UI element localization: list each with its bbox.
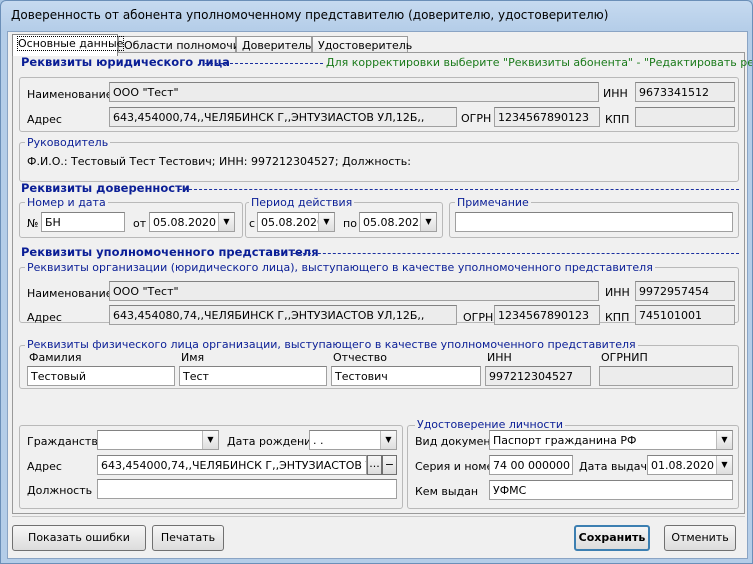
legal-name-field[interactable]: ООО "Тест" — [109, 82, 599, 102]
position-field[interactable] — [97, 479, 397, 499]
person-inn-label: ИНН — [487, 351, 512, 364]
chevron-down-icon[interactable]: ▼ — [318, 213, 334, 231]
position-label: Должность — [27, 484, 93, 497]
legal-inn-field[interactable]: 9673341512 — [635, 82, 735, 102]
id-issue-value: 01.08.2020 — [651, 459, 714, 472]
id-type-select[interactable]: Паспорт гражданина РФ ▼ — [489, 430, 733, 450]
tab-page-main: Реквизиты юридического лица Для корректи… — [12, 52, 752, 514]
chevron-down-icon[interactable]: ▼ — [202, 431, 218, 449]
rep-inn-label: ИНН — [605, 286, 630, 299]
proxy-note-title: Примечание — [455, 196, 531, 209]
rep-ogrn-label: ОГРН — [463, 311, 494, 324]
head-title: Руководитель — [25, 136, 111, 149]
cancel-button[interactable]: Отменить — [664, 525, 736, 551]
proxy-date-picker[interactable]: 05.08.2020 ▼ — [149, 212, 235, 232]
proxy-end-picker[interactable]: 05.08.2023 ▼ — [359, 212, 437, 232]
button-separator — [12, 516, 745, 517]
proxy-end-value: 05.08.2023 — [363, 216, 426, 229]
id-ser-label: Серия и номер — [415, 460, 501, 473]
person-middle-field[interactable]: Тестович — [331, 366, 481, 386]
rep-rule — [293, 253, 739, 254]
person-middle-label: Отчество — [333, 351, 388, 364]
person-last-field[interactable]: Тестовый — [27, 366, 175, 386]
rep-ogrn-field[interactable]: 1234567890123 — [494, 305, 600, 325]
tab-main[interactable]: Основные данные — [12, 34, 125, 56]
citizen-label: Гражданство — [27, 435, 105, 448]
proxy-num-title: Номер и дата — [25, 196, 108, 209]
birth-value: . . — [313, 434, 324, 447]
rep-kpp-field[interactable]: 745101001 — [635, 305, 735, 325]
birth-label: Дата рождения — [227, 435, 318, 448]
window-title: Доверенность от абонента уполномоченному… — [11, 8, 609, 22]
rep-name-label: Наименование — [27, 287, 113, 300]
person-title: Реквизиты физического лица организации, … — [25, 338, 638, 351]
proxy-s-label: с — [249, 217, 256, 230]
legal-addr-field[interactable]: 643,454000,74,,ЧЕЛЯБИНСК Г,,ЭНТУЗИАСТОВ … — [109, 107, 457, 127]
proxy-num-field[interactable]: БН — [41, 212, 125, 232]
chevron-down-icon[interactable]: ▼ — [716, 456, 732, 474]
person-ogrnip-field[interactable] — [599, 366, 733, 386]
legal-hint: Для корректировки выберите "Реквизиты аб… — [326, 56, 753, 69]
rep-inn-field[interactable]: 9972957454 — [635, 281, 735, 301]
person-last-label: Фамилия — [29, 351, 82, 364]
id-ser-field[interactable]: 74 00 000000 — [489, 455, 573, 475]
proxy-num-label: № — [27, 217, 39, 230]
birth-picker[interactable]: . . ▼ — [309, 430, 397, 450]
title-bar[interactable]: Доверенность от абонента уполномоченному… — [1, 1, 752, 31]
person-ogrnip-label: ОГРНИП — [601, 351, 648, 364]
legal-kpp-label: КПП — [605, 113, 630, 126]
proxy-from-label: от — [133, 217, 147, 230]
chevron-down-icon[interactable]: ▼ — [218, 213, 234, 231]
show-errors-button[interactable]: Показать ошибки — [12, 525, 146, 551]
legal-addr-label: Адрес — [27, 113, 62, 126]
address-clear-button[interactable]: − — [382, 455, 397, 475]
proxy-start-picker[interactable]: 05.08.2020 ▼ — [257, 212, 335, 232]
id-issue-label: Дата выдачи — [579, 460, 655, 473]
proxy-date-value: 05.08.2020 — [153, 216, 216, 229]
legal-inn-label: ИНН — [603, 87, 628, 100]
person-inn-field[interactable]: 997212304527 — [485, 366, 591, 386]
rep-kpp-label: КПП — [605, 311, 630, 324]
proxy-start-value: 05.08.2020 — [261, 216, 324, 229]
id-by-label: Кем выдан — [415, 485, 479, 498]
person-first-label: Имя — [181, 351, 205, 364]
person-first-field[interactable]: Тест — [179, 366, 327, 386]
address-browse-button[interactable]: ... — [367, 455, 382, 475]
rep-header: Реквизиты уполномоченного представителя — [21, 245, 319, 259]
print-button[interactable]: Печатать — [152, 525, 224, 551]
proxy-header: Реквизиты доверенности — [21, 181, 190, 195]
chevron-down-icon[interactable]: ▼ — [716, 431, 732, 449]
legal-ogrn-field[interactable]: 1234567890123 — [494, 107, 600, 127]
chevron-down-icon[interactable]: ▼ — [420, 213, 436, 231]
legal-rule — [205, 63, 323, 64]
rep-org-title: Реквизиты организации (юридического лица… — [25, 261, 655, 274]
dialog-window: Доверенность от абонента уполномоченному… — [0, 0, 753, 564]
id-by-field[interactable]: УФМС — [489, 480, 733, 500]
chevron-down-icon[interactable]: ▼ — [380, 431, 396, 449]
proxy-rule — [179, 189, 739, 190]
extra-addr-label: Адрес — [27, 460, 62, 473]
save-button[interactable]: Сохранить — [574, 525, 650, 551]
legal-kpp-field[interactable] — [635, 107, 735, 127]
proxy-period-title: Период действия — [249, 196, 355, 209]
legal-header: Реквизиты юридического лица — [21, 55, 230, 69]
id-type-value: Паспорт гражданина РФ — [493, 434, 637, 447]
extra-addr-field[interactable]: 643,454000,74,,ЧЕЛЯБИНСК Г,,ЭНТУЗИАСТОВ … — [97, 455, 367, 475]
rep-addr-field[interactable]: 643,454080,74,,ЧЕЛЯБИНСК Г,,ЭНТУЗИАСТОВ … — [109, 305, 457, 325]
rep-addr-label: Адрес — [27, 311, 62, 324]
rep-name-field[interactable]: ООО "Тест" — [109, 281, 599, 301]
proxy-po-label: по — [343, 217, 357, 230]
head-text: Ф.И.О.: Тестовый Тест Тестович; ИНН: 997… — [27, 155, 411, 168]
citizen-select[interactable]: ▼ — [97, 430, 219, 450]
legal-name-label: Наименование — [27, 88, 113, 101]
id-issue-picker[interactable]: 01.08.2020 ▼ — [647, 455, 733, 475]
dialog-client: Основные данные Области полномочий Довер… — [7, 31, 752, 559]
legal-ogrn-label: ОГРН — [461, 112, 492, 125]
proxy-note-field[interactable] — [455, 212, 733, 232]
